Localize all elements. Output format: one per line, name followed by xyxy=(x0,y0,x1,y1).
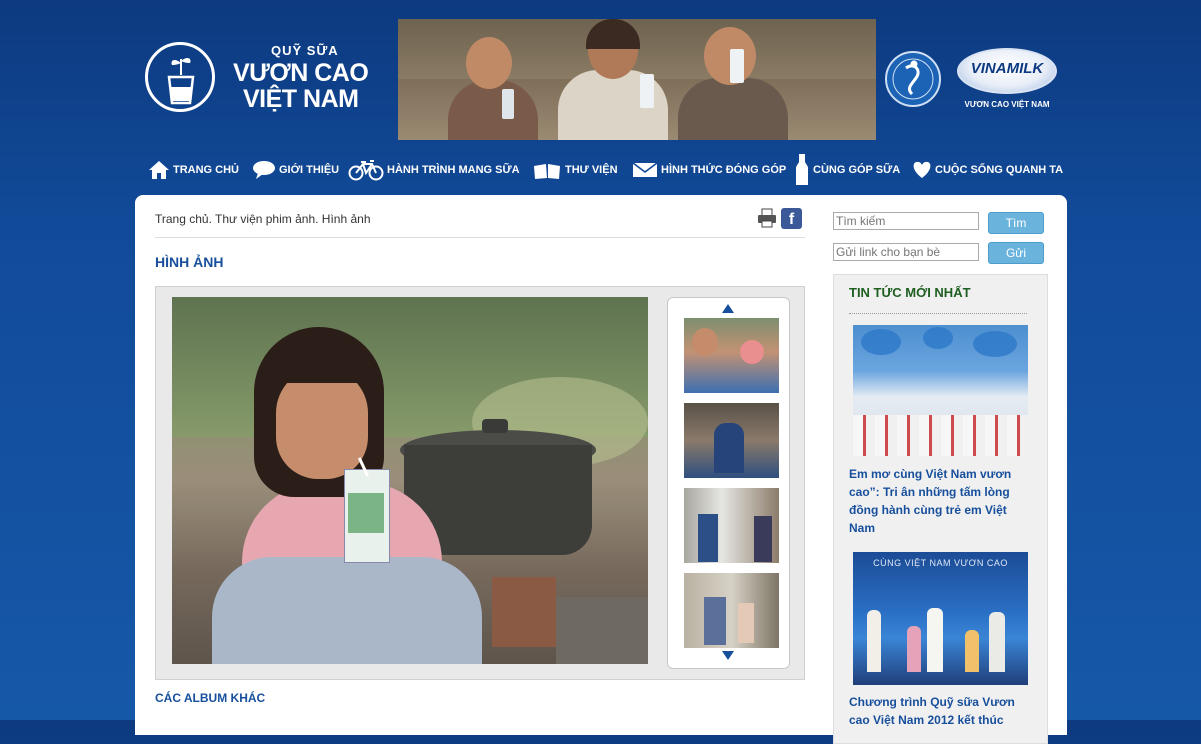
share-tools: f xyxy=(757,208,802,229)
nav-item-home[interactable]: TRANG CHỦ xyxy=(148,154,239,186)
logo-text: QUỸ SỮA VƯƠN CAO VIỆT NAM xyxy=(233,43,369,113)
page-title: HÌNH ẢNH xyxy=(155,254,224,270)
print-icon[interactable] xyxy=(757,208,777,228)
nav-label: TRANG CHỦ xyxy=(173,164,239,176)
nav-label: CÙNG GÓP SỮA xyxy=(813,164,901,176)
news-image-1[interactable] xyxy=(853,325,1028,456)
search-input[interactable] xyxy=(833,212,979,230)
latest-news-title: TIN TỨC MỚI NHẤT xyxy=(849,285,971,300)
logo-small-text: QUỸ SỮA xyxy=(271,43,339,58)
heart-icon xyxy=(913,161,931,178)
nav-label: HÀNH TRÌNH MANG SỮA xyxy=(387,164,520,176)
nav-item-donate-milk[interactable]: CÙNG GÓP SỮA xyxy=(794,154,900,186)
site-logo[interactable]: QUỸ SỮA VƯƠN CAO VIỆT NAM xyxy=(145,42,385,118)
photo-gallery xyxy=(155,286,805,680)
news-divider xyxy=(849,313,1027,314)
thumbnail-2[interactable] xyxy=(684,403,779,478)
scroll-up-arrow-icon[interactable] xyxy=(722,304,734,313)
nav-item-about[interactable]: GIỚI THIỆU xyxy=(252,154,339,186)
book-icon xyxy=(534,164,560,179)
vinamilk-logo: VINAMILK VƯƠN CAO VIỆT NAM xyxy=(957,48,1057,114)
logo-line1: VƯƠN CAO xyxy=(233,59,369,87)
news-link-2[interactable]: Chương trình Quỹ sữa Vươn cao Việt Nam 2… xyxy=(849,693,1029,729)
nav-item-donation-methods[interactable]: HÌNH THỨC ĐÓNG GÓP xyxy=(632,154,786,186)
share-link-input[interactable] xyxy=(833,243,979,261)
news-image-2-banner-text: CÙNG VIỆT NAM VƯƠN CAO xyxy=(873,558,1008,568)
vinamilk-name: VINAMILK xyxy=(970,60,1044,77)
thumbnail-3[interactable] xyxy=(684,488,779,563)
speech-bubble-icon xyxy=(253,161,275,179)
home-icon xyxy=(149,161,169,179)
thumbnail-4[interactable] xyxy=(684,573,779,648)
nav-label: GIỚI THIỆU xyxy=(279,164,340,176)
send-button[interactable]: Gửi xyxy=(988,242,1044,264)
news-image-2[interactable]: CÙNG VIỆT NAM VƯƠN CAO xyxy=(853,552,1028,685)
scroll-down-arrow-icon[interactable] xyxy=(722,651,734,660)
facebook-icon[interactable]: f xyxy=(781,208,802,229)
nav-label: CUỘC SỐNG QUANH TA xyxy=(935,164,1064,176)
nav-item-life-around-us[interactable]: CUỘC SỐNG QUANH TA xyxy=(912,154,1063,186)
envelope-icon xyxy=(632,162,658,177)
breadcrumb-divider xyxy=(155,237,805,238)
nav-item-journey[interactable]: HÀNH TRÌNH MANG SỮA xyxy=(348,154,520,186)
nav-label: THƯ VIỆN xyxy=(565,164,618,176)
thumbnail-1[interactable] xyxy=(684,318,779,393)
main-nav: TRANG CHỦ GIỚI THIỆU HÀNH TRÌNH MANG SỮA… xyxy=(148,154,1068,190)
milk-bottle-icon xyxy=(796,154,808,185)
other-albums-heading: CÁC ALBUM KHÁC xyxy=(155,691,266,705)
content-card: Trang chủ. Thư viện phim ảnh. Hình ảnh f… xyxy=(135,195,1067,744)
main-photo[interactable] xyxy=(172,297,648,664)
news-link-1[interactable]: Em mơ cùng Việt Nam vươn cao”: Tri ân nh… xyxy=(849,465,1029,537)
thumbnail-strip xyxy=(667,297,790,669)
breadcrumb[interactable]: Trang chủ. Thư viện phim ảnh. Hình ảnh xyxy=(155,212,371,226)
latest-news-panel: TIN TỨC MỚI NHẤT Em mơ cùng Việt Nam vươ… xyxy=(833,274,1048,744)
search-button[interactable]: Tìm xyxy=(988,212,1044,234)
bicycle-icon xyxy=(348,160,384,181)
nav-item-library[interactable]: THƯ VIỆN xyxy=(532,154,618,186)
header-banner-photo xyxy=(398,19,876,140)
logo-line2: VIỆT NAM xyxy=(243,85,359,113)
nav-label: HÌNH THỨC ĐÓNG GÓP xyxy=(661,164,787,176)
vinamilk-tagline: VƯƠN CAO VIỆT NAM xyxy=(964,100,1050,109)
milk-glass-icon xyxy=(145,42,215,112)
partner-emblem-icon xyxy=(884,48,942,112)
